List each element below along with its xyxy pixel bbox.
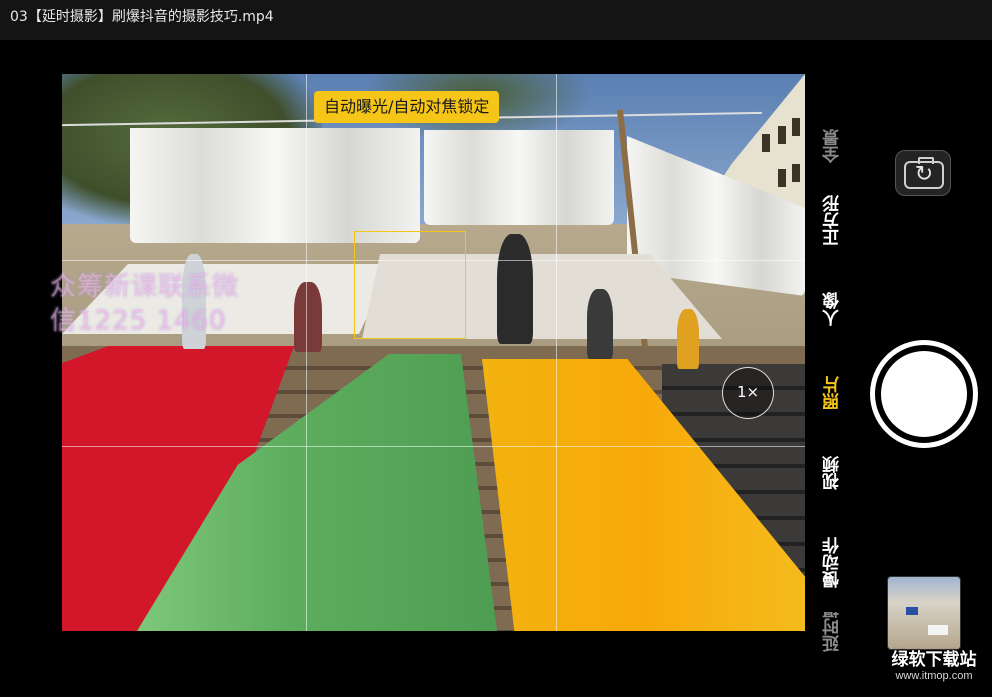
mode-panorama[interactable]: 全景: [820, 126, 852, 166]
hanging-cloth: [130, 128, 420, 243]
brand-url: www.itmop.com: [895, 670, 973, 682]
focus-box[interactable]: [354, 231, 466, 339]
zoom-button[interactable]: 1×: [722, 367, 774, 419]
shutter-inner: [881, 351, 967, 437]
mode-portrait[interactable]: 人像: [820, 286, 852, 332]
switch-camera-icon[interactable]: ↻: [895, 150, 951, 196]
grid-line: [306, 74, 307, 631]
shutter-button[interactable]: [870, 340, 978, 448]
person: [294, 282, 322, 352]
ae-af-lock-badge: 自动曝光/自动对焦锁定: [314, 91, 500, 123]
mode-photo[interactable]: 照片: [820, 370, 852, 416]
brand-name: 绿软下载站: [891, 650, 977, 670]
watermark: 众筹新课联系微 信1225 1460: [50, 272, 240, 336]
video-title-bar: 03【延时摄影】刷爆抖音的摄影技巧.mp4: [0, 0, 992, 40]
person: [677, 309, 699, 369]
site-watermark-logo: 绿软下载站 www.itmop.com: [884, 645, 984, 682]
mode-video[interactable]: 视频: [820, 450, 852, 496]
camera-viewfinder[interactable]: [62, 74, 805, 631]
grid-line: [62, 446, 805, 447]
person: [497, 234, 533, 344]
video-title: 03【延时摄影】刷爆抖音的摄影技巧.mp4: [10, 9, 274, 25]
mode-slo-mo[interactable]: 慢动作: [820, 530, 852, 596]
person: [587, 289, 613, 359]
grid-line: [556, 74, 557, 631]
last-photo-thumbnail[interactable]: [887, 576, 961, 650]
hanging-cloth: [424, 130, 614, 225]
mode-square[interactable]: 正方形: [820, 188, 852, 254]
rotate-arrows-icon: ↻: [914, 162, 934, 187]
mode-time-lapse[interactable]: 延时摄影: [820, 612, 852, 652]
